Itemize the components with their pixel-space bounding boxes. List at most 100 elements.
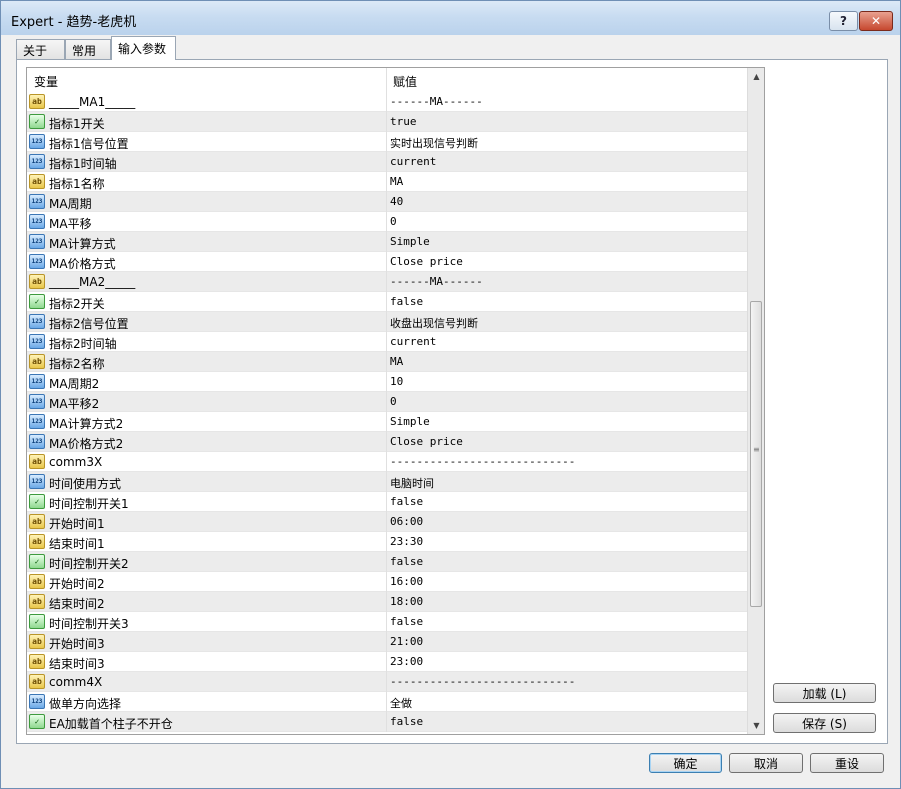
variable-value[interactable]: ---------------------------- xyxy=(390,455,575,468)
variable-value[interactable]: Simple xyxy=(390,415,430,428)
table-row[interactable]: ab 指标1名称 MA xyxy=(27,172,747,192)
table-row[interactable]: 123 MA计算方式2 Simple xyxy=(27,412,747,432)
table-row[interactable]: 123 MA周期 40 xyxy=(27,192,747,212)
variable-value[interactable]: 18:00 xyxy=(390,595,423,608)
table-row[interactable]: ab 结束时间2 18:00 xyxy=(27,592,747,612)
column-separator xyxy=(386,112,387,132)
tab-inputs[interactable]: 输入参数 xyxy=(111,36,176,60)
table-row[interactable]: 123 MA价格方式 Close price xyxy=(27,252,747,272)
variable-value[interactable]: 全做 xyxy=(390,695,412,711)
table-row[interactable]: 123 MA平移 0 xyxy=(27,212,747,232)
variable-value[interactable]: ---------------------------- xyxy=(390,675,575,688)
table-row[interactable]: 123 做单方向选择 全做 xyxy=(27,692,747,712)
variable-name: comm3X xyxy=(49,455,103,469)
table-row[interactable]: ✓ 指标1开关 true xyxy=(27,112,747,132)
number-type-icon: 123 xyxy=(29,374,45,389)
variable-name: _____MA2_____ xyxy=(49,275,136,289)
table-row[interactable]: ab 指标2名称 MA xyxy=(27,352,747,372)
variable-name: 指标1名称 xyxy=(49,177,105,191)
table-row[interactable]: 123 时间使用方式 电脑时间 xyxy=(27,472,747,492)
variable-name: 指标1信号位置 xyxy=(49,137,129,151)
title-bar[interactable]: Expert - 趋势-老虎机 ? ✕ xyxy=(1,1,900,35)
close-button[interactable]: ✕ xyxy=(859,11,893,31)
variable-value[interactable]: true xyxy=(390,115,417,128)
table-row[interactable]: 123 指标2时间轴 current xyxy=(27,332,747,352)
table-row[interactable]: ab comm3X ---------------------------- xyxy=(27,452,747,472)
variable-value[interactable]: false xyxy=(390,295,423,308)
tab-common[interactable]: 常用 xyxy=(65,39,111,60)
variable-value[interactable]: 21:00 xyxy=(390,635,423,648)
variable-value[interactable]: current xyxy=(390,335,436,348)
inputs-grid: 变量 赋值 ab _____MA1_____ ------MA------ ✓ 指标1开… xyxy=(26,67,765,735)
variable-value[interactable]: 电脑时间 xyxy=(390,475,434,491)
cancel-button[interactable]: 取消 xyxy=(729,753,803,773)
variable-value[interactable]: Simple xyxy=(390,235,430,248)
header-variable[interactable]: 变量 xyxy=(34,73,58,90)
scroll-thumb[interactable]: ≡ xyxy=(750,301,762,607)
number-type-icon: 123 xyxy=(29,314,45,329)
table-row[interactable]: ab 开始时间1 06:00 xyxy=(27,512,747,532)
variable-value[interactable]: 40 xyxy=(390,195,403,208)
scroll-up-icon[interactable]: ▲ xyxy=(748,68,764,85)
grip-icon: ≡ xyxy=(753,445,760,454)
variable-value[interactable]: 实时出现信号判断 xyxy=(390,135,478,151)
variable-value[interactable]: Close price xyxy=(390,255,463,268)
table-row[interactable]: ab _____MA1_____ ------MA------ xyxy=(27,92,747,112)
table-row[interactable]: ✓ EA加载首个柱子不开仓 false xyxy=(27,712,747,732)
variable-value[interactable]: 06:00 xyxy=(390,515,423,528)
variable-name: 指标1时间轴 xyxy=(49,157,117,171)
variable-value[interactable]: MA xyxy=(390,355,403,368)
table-row[interactable]: ab comm4X ---------------------------- xyxy=(27,672,747,692)
table-row[interactable]: ✓ 时间控制开关2 false xyxy=(27,552,747,572)
variable-value[interactable]: Close price xyxy=(390,435,463,448)
column-separator xyxy=(386,532,387,552)
table-row[interactable]: 123 MA计算方式 Simple xyxy=(27,232,747,252)
header-separator[interactable] xyxy=(386,68,387,92)
variable-value[interactable]: ------MA------ xyxy=(390,95,483,108)
variable-value[interactable]: ------MA------ xyxy=(390,275,483,288)
variable-value[interactable]: 10 xyxy=(390,375,403,388)
variable-value[interactable]: false xyxy=(390,715,423,728)
grid-rows: ab _____MA1_____ ------MA------ ✓ 指标1开关 true 1… xyxy=(27,92,747,732)
table-row[interactable]: ab 开始时间3 21:00 xyxy=(27,632,747,652)
table-row[interactable]: 123 MA价格方式2 Close price xyxy=(27,432,747,452)
table-row[interactable]: ✓ 时间控制开关1 false xyxy=(27,492,747,512)
number-type-icon: 123 xyxy=(29,194,45,209)
variable-value[interactable]: current xyxy=(390,155,436,168)
header-value[interactable]: 赋值 xyxy=(393,73,417,90)
tab-about[interactable]: 关于 xyxy=(16,39,65,60)
table-row[interactable]: ab 开始时间2 16:00 xyxy=(27,572,747,592)
table-row[interactable]: ✓ 时间控制开关3 false xyxy=(27,612,747,632)
vertical-scrollbar[interactable]: ▲ ≡ ▼ xyxy=(747,68,764,734)
variable-value[interactable]: false xyxy=(390,615,423,628)
number-type-icon: 123 xyxy=(29,134,45,149)
table-row[interactable]: 123 MA周期2 10 xyxy=(27,372,747,392)
variable-value[interactable]: false xyxy=(390,555,423,568)
variable-name: 时间控制开关2 xyxy=(49,557,129,571)
variable-value[interactable]: 0 xyxy=(390,215,397,228)
table-row[interactable]: 123 指标1时间轴 current xyxy=(27,152,747,172)
variable-name: 时间控制开关1 xyxy=(49,497,129,511)
variable-value[interactable]: 23:30 xyxy=(390,535,423,548)
help-button[interactable]: ? xyxy=(829,11,858,31)
variable-value[interactable]: 16:00 xyxy=(390,575,423,588)
table-row[interactable]: ab 结束时间1 23:30 xyxy=(27,532,747,552)
table-row[interactable]: ✓ 指标2开关 false xyxy=(27,292,747,312)
table-row[interactable]: 123 指标1信号位置 实时出现信号判断 xyxy=(27,132,747,152)
ok-button[interactable]: 确定 xyxy=(649,753,722,773)
column-separator xyxy=(386,192,387,212)
variable-value[interactable]: 23:00 xyxy=(390,655,423,668)
table-row[interactable]: 123 MA平移2 0 xyxy=(27,392,747,412)
variable-value[interactable]: MA xyxy=(390,175,403,188)
reset-button[interactable]: 重设 xyxy=(810,753,884,773)
variable-value[interactable]: false xyxy=(390,495,423,508)
table-row[interactable]: 123 指标2信号位置 收盘出现信号判断 xyxy=(27,312,747,332)
table-row[interactable]: ab _____MA2_____ ------MA------ xyxy=(27,272,747,292)
variable-value[interactable]: 收盘出现信号判断 xyxy=(390,315,478,331)
number-type-icon: 123 xyxy=(29,254,45,269)
variable-value[interactable]: 0 xyxy=(390,395,397,408)
table-row[interactable]: ab 结束时间3 23:00 xyxy=(27,652,747,672)
scroll-down-icon[interactable]: ▼ xyxy=(748,717,764,734)
load-button[interactable]: 加载 (L) xyxy=(773,683,876,703)
save-button[interactable]: 保存 (S) xyxy=(773,713,876,733)
